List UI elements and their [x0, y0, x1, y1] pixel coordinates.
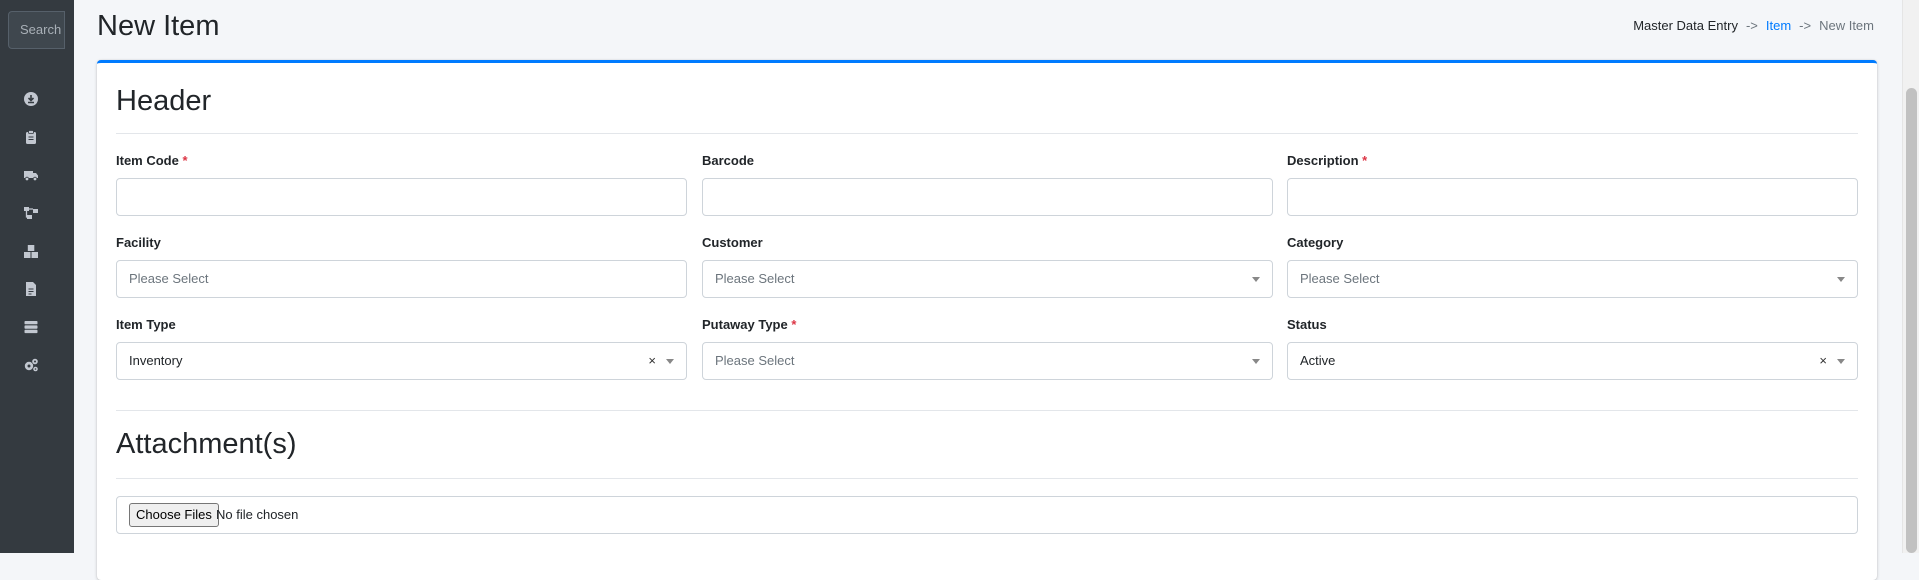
chevron-down-icon	[1837, 359, 1845, 364]
file-status-text: No file chosen	[216, 507, 299, 522]
category-label: Category	[1287, 235, 1344, 250]
header-section-title: Header	[116, 85, 212, 117]
required-marker: *	[791, 317, 797, 332]
sidebar-search-input[interactable]: Search	[8, 11, 65, 49]
main-content: New Item Master Data Entry -> Item -> New It…	[74, 0, 1919, 580]
attachment-file-input[interactable]: Choose Files No file chosen	[116, 496, 1858, 534]
required-marker: *	[1362, 153, 1368, 168]
section-divider	[116, 478, 1858, 479]
status-selected-value: Active	[1300, 353, 1336, 368]
download-circle-icon[interactable]	[23, 91, 39, 107]
description-input[interactable]	[1287, 178, 1858, 216]
breadcrumb-master-data-entry[interactable]: Master Data Entry	[1633, 18, 1738, 33]
required-marker: *	[182, 153, 188, 168]
scrollbar-thumb[interactable]	[1906, 88, 1917, 553]
item-form-card: Header Item Code * Barcode Description *…	[97, 60, 1877, 580]
putaway-type-select[interactable]: Please Select	[702, 342, 1273, 380]
network-icon[interactable]	[23, 205, 39, 221]
chevron-down-icon	[1252, 277, 1260, 282]
chevron-down-icon	[666, 359, 674, 364]
boxes-icon[interactable]	[23, 243, 39, 259]
database-icon[interactable]	[23, 319, 39, 335]
clipboard-icon[interactable]	[23, 129, 39, 145]
breadcrumb-current: New Item	[1819, 18, 1874, 33]
item-type-selected-value: Inventory	[129, 353, 183, 368]
truck-icon[interactable]	[23, 167, 39, 183]
section-divider	[116, 410, 1858, 411]
breadcrumb-separator: ->	[1799, 18, 1812, 33]
customer-label: Customer	[702, 235, 763, 250]
customer-select[interactable]: Please Select	[702, 260, 1273, 298]
facility-label: Facility	[116, 235, 161, 250]
choose-files-button[interactable]: Choose Files	[129, 503, 219, 527]
breadcrumb: Master Data Entry -> Item -> New Item	[1633, 18, 1874, 33]
putaway-type-select-placeholder: Please Select	[715, 353, 795, 368]
barcode-label: Barcode	[702, 153, 755, 168]
chevron-down-icon	[1837, 277, 1845, 282]
clear-selection-icon[interactable]: ×	[648, 343, 656, 379]
clear-selection-icon[interactable]: ×	[1819, 343, 1827, 379]
sidebar: Search	[0, 0, 74, 553]
chevron-down-icon	[1252, 359, 1260, 364]
page-scrollbar[interactable]	[1902, 0, 1919, 553]
barcode-input[interactable]	[702, 178, 1273, 216]
attachments-section-title: Attachment(s)	[116, 428, 297, 460]
facility-input[interactable]: Please Select	[116, 260, 687, 298]
page-title: New Item	[97, 10, 220, 42]
breadcrumb-separator: ->	[1745, 18, 1758, 33]
status-select[interactable]: Active ×	[1287, 342, 1858, 380]
category-select-placeholder: Please Select	[1300, 271, 1380, 286]
description-label: Description *	[1287, 153, 1368, 168]
status-label: Status	[1287, 317, 1327, 332]
section-divider	[116, 133, 1858, 134]
cogs-icon[interactable]	[23, 357, 39, 373]
file-icon[interactable]	[23, 281, 39, 297]
item-type-select[interactable]: Inventory ×	[116, 342, 687, 380]
breadcrumb-item-link[interactable]: Item	[1766, 18, 1791, 33]
item-type-label: Item Type	[116, 317, 176, 332]
item-code-input[interactable]	[116, 178, 687, 216]
customer-select-placeholder: Please Select	[715, 271, 795, 286]
category-select[interactable]: Please Select	[1287, 260, 1858, 298]
item-code-label: Item Code *	[116, 153, 188, 168]
putaway-type-label: Putaway Type *	[702, 317, 797, 332]
